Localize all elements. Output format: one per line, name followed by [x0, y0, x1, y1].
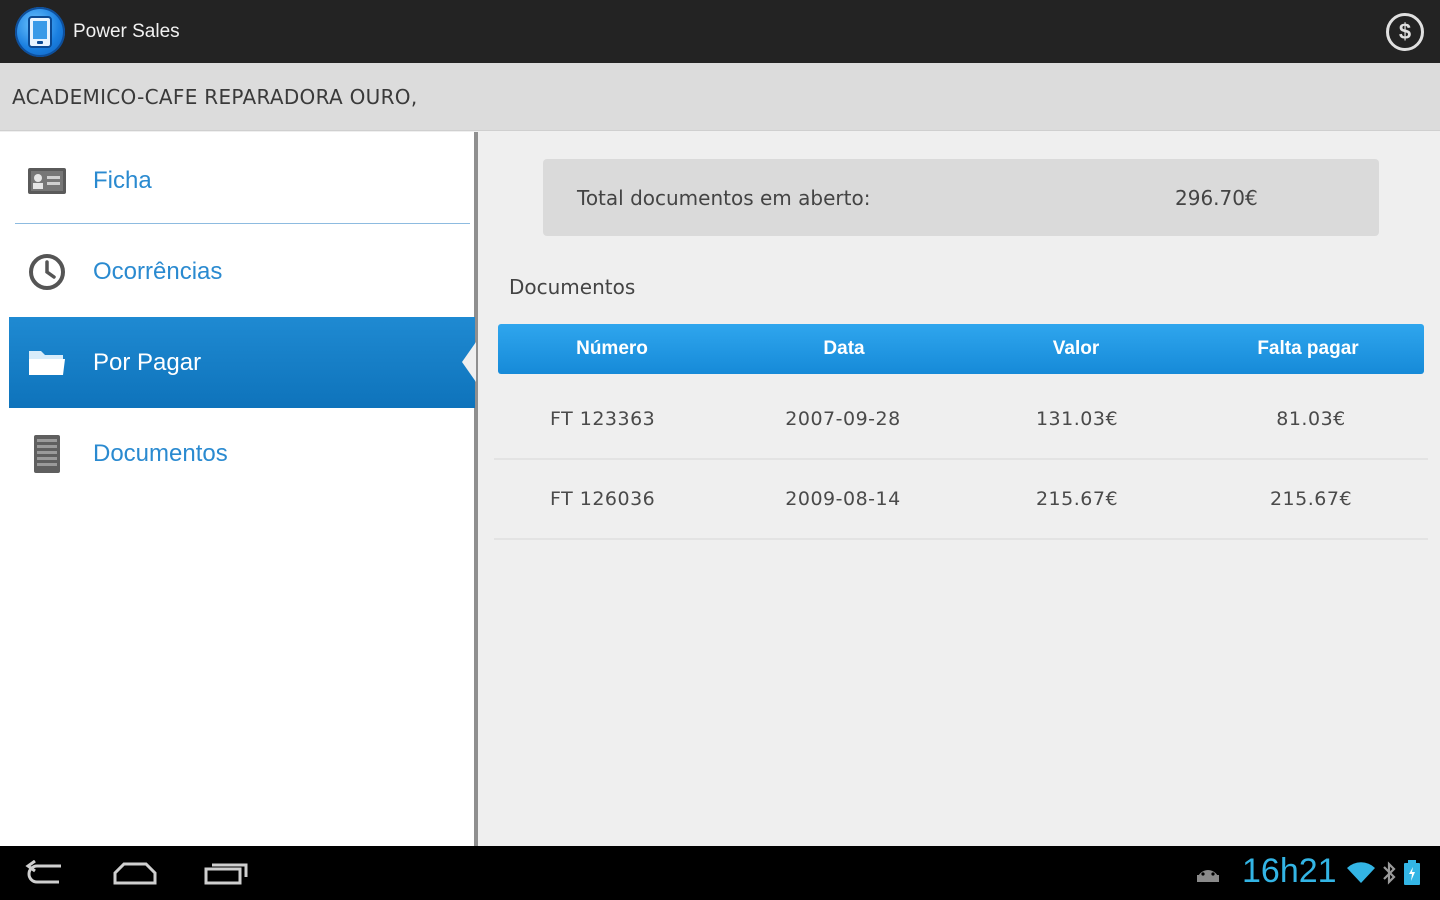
currency-icon[interactable]: $: [1386, 13, 1424, 51]
system-bar: 16h21: [0, 846, 1440, 900]
bluetooth-icon: [1382, 860, 1396, 886]
battery-icon: [1403, 860, 1421, 886]
folder-icon: [27, 343, 67, 383]
sidebar-item-ficha[interactable]: Ficha: [9, 135, 475, 226]
column-header-valor[interactable]: Valor: [1053, 338, 1099, 360]
document-stack-icon: [27, 434, 67, 474]
summary-label: Total documentos em aberto:: [577, 185, 871, 210]
back-icon[interactable]: [20, 858, 70, 888]
sidebar-item-por-pagar[interactable]: Por Pagar: [9, 317, 475, 408]
action-bar: Power Sales $: [0, 0, 1440, 63]
cell-valor: 215.67€: [1035, 488, 1119, 510]
id-card-icon: [27, 161, 67, 201]
cell-valor: 131.03€: [1035, 408, 1119, 430]
status-clock: 16h21: [1242, 852, 1337, 890]
sidebar-item-label: Documentos: [93, 439, 228, 467]
app-title: Power Sales: [73, 20, 180, 42]
cell-falta-pagar: 215.67€: [1269, 488, 1353, 510]
open-documents-summary: Total documentos em aberto: 296.70€: [543, 159, 1379, 236]
summary-value: 296.70€: [1175, 185, 1258, 210]
nav-divider: [15, 223, 470, 224]
home-icon[interactable]: [110, 858, 160, 888]
customer-bar: ACADEMICO-CAFE REPARADORA OURO,: [0, 63, 1440, 131]
cell-numero: FT 123363: [550, 408, 656, 430]
cell-data: 2009-08-14: [785, 488, 901, 510]
column-header-data[interactable]: Data: [823, 338, 864, 360]
recent-apps-icon[interactable]: [201, 858, 251, 888]
table-header: Número Data Valor Falta pagar: [498, 324, 1424, 374]
sidebar-item-label: Ocorrências: [93, 257, 223, 285]
cell-falta-pagar: 81.03€: [1276, 408, 1346, 430]
sidebar-item-label: Ficha: [93, 166, 152, 194]
customer-name: ACADEMICO-CAFE REPARADORA OURO,: [12, 84, 418, 109]
table-row[interactable]: FT 123363 2007-09-28 131.03€ 81.03€: [494, 380, 1428, 460]
sidebar-item-documentos[interactable]: Documentos: [9, 408, 475, 499]
cell-data: 2007-09-28: [785, 408, 901, 430]
active-indicator: [462, 342, 476, 382]
column-header-falta-pagar[interactable]: Falta pagar: [1257, 338, 1358, 360]
android-icon: [1194, 860, 1222, 886]
cell-numero: FT 126036: [550, 488, 656, 510]
column-header-numero[interactable]: Número: [576, 338, 648, 360]
table-row[interactable]: FT 126036 2009-08-14 215.67€ 215.67€: [494, 460, 1428, 540]
sidebar-item-ocorrencias[interactable]: Ocorrências: [9, 226, 475, 317]
wifi-icon: [1346, 860, 1376, 886]
section-title: Documentos: [509, 275, 636, 299]
sidebar-item-label: Por Pagar: [93, 348, 202, 376]
clock-icon: [27, 252, 67, 292]
app-logo-icon[interactable]: [15, 6, 65, 57]
